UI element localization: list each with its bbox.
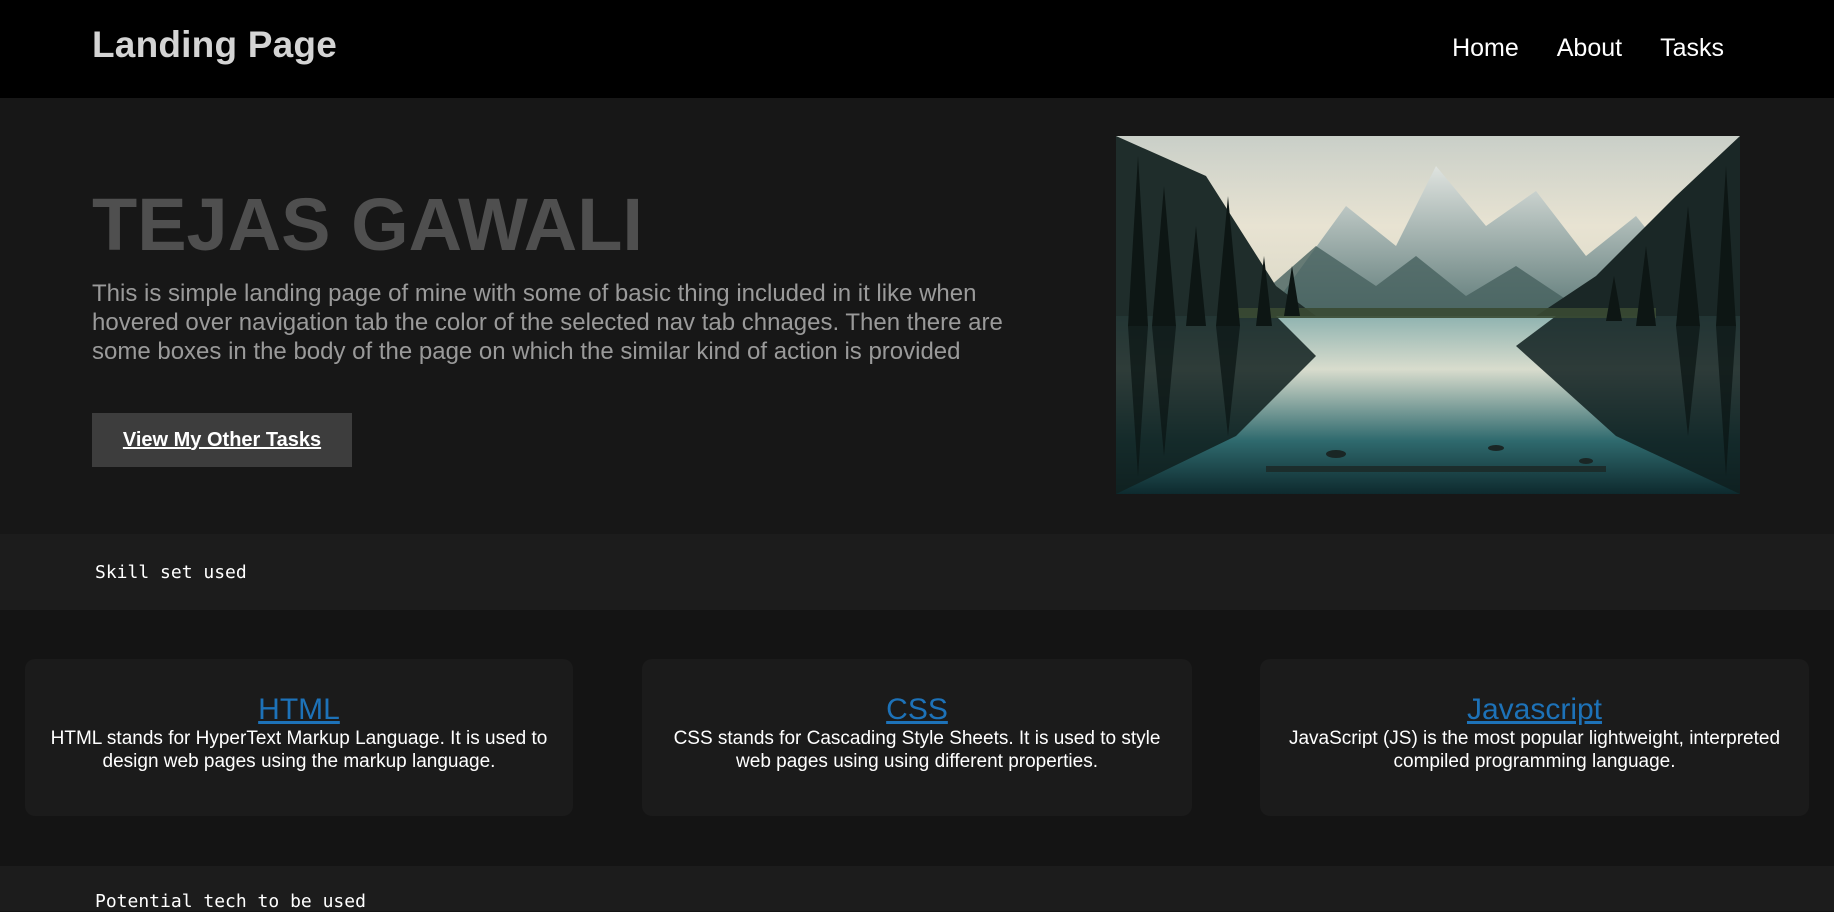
- hero-title: TEJAS GAWALI: [92, 183, 643, 266]
- skill-card-title[interactable]: HTML: [37, 693, 561, 727]
- potential-tech-section-label: Potential tech to be used: [95, 891, 366, 912]
- nav-about[interactable]: About: [1557, 34, 1622, 63]
- potential-tech-section-bar: Potential tech to be used: [0, 866, 1834, 912]
- brand-title: Landing Page: [92, 24, 337, 65]
- skill-card-text: JavaScript (JS) is the most popular ligh…: [1288, 728, 1781, 772]
- skill-card-text: HTML stands for HyperText Markup Languag…: [50, 728, 548, 772]
- skills-section-label: Skill set used: [95, 562, 247, 583]
- hero-description: This is simple landing page of mine with…: [92, 280, 1003, 365]
- skills-cards: HTML HTML stands for HyperText Markup La…: [0, 610, 1834, 866]
- nav-tasks[interactable]: Tasks: [1660, 34, 1724, 63]
- skills-section-bar: Skill set used: [0, 534, 1834, 610]
- main-nav: Home About Tasks: [1452, 34, 1724, 63]
- hero-section: TEJAS GAWALI This is simple landing page…: [0, 98, 1834, 534]
- skill-card-css[interactable]: CSS CSS stands for Cascading Style Sheet…: [642, 659, 1192, 816]
- view-other-tasks-button[interactable]: View My Other Tasks: [92, 413, 352, 467]
- site-header: Landing Page Home About Tasks: [0, 0, 1834, 98]
- skill-card-title[interactable]: CSS: [654, 693, 1180, 727]
- nav-home[interactable]: Home: [1452, 34, 1519, 63]
- skill-card-html[interactable]: HTML HTML stands for HyperText Markup La…: [25, 659, 573, 816]
- skill-card-javascript[interactable]: Javascript JavaScript (JS) is the most p…: [1260, 659, 1809, 816]
- mountain-lake-landscape-image: [1116, 136, 1740, 494]
- skill-card-title[interactable]: Javascript: [1272, 693, 1797, 727]
- skill-card-text: CSS stands for Cascading Style Sheets. I…: [673, 728, 1161, 772]
